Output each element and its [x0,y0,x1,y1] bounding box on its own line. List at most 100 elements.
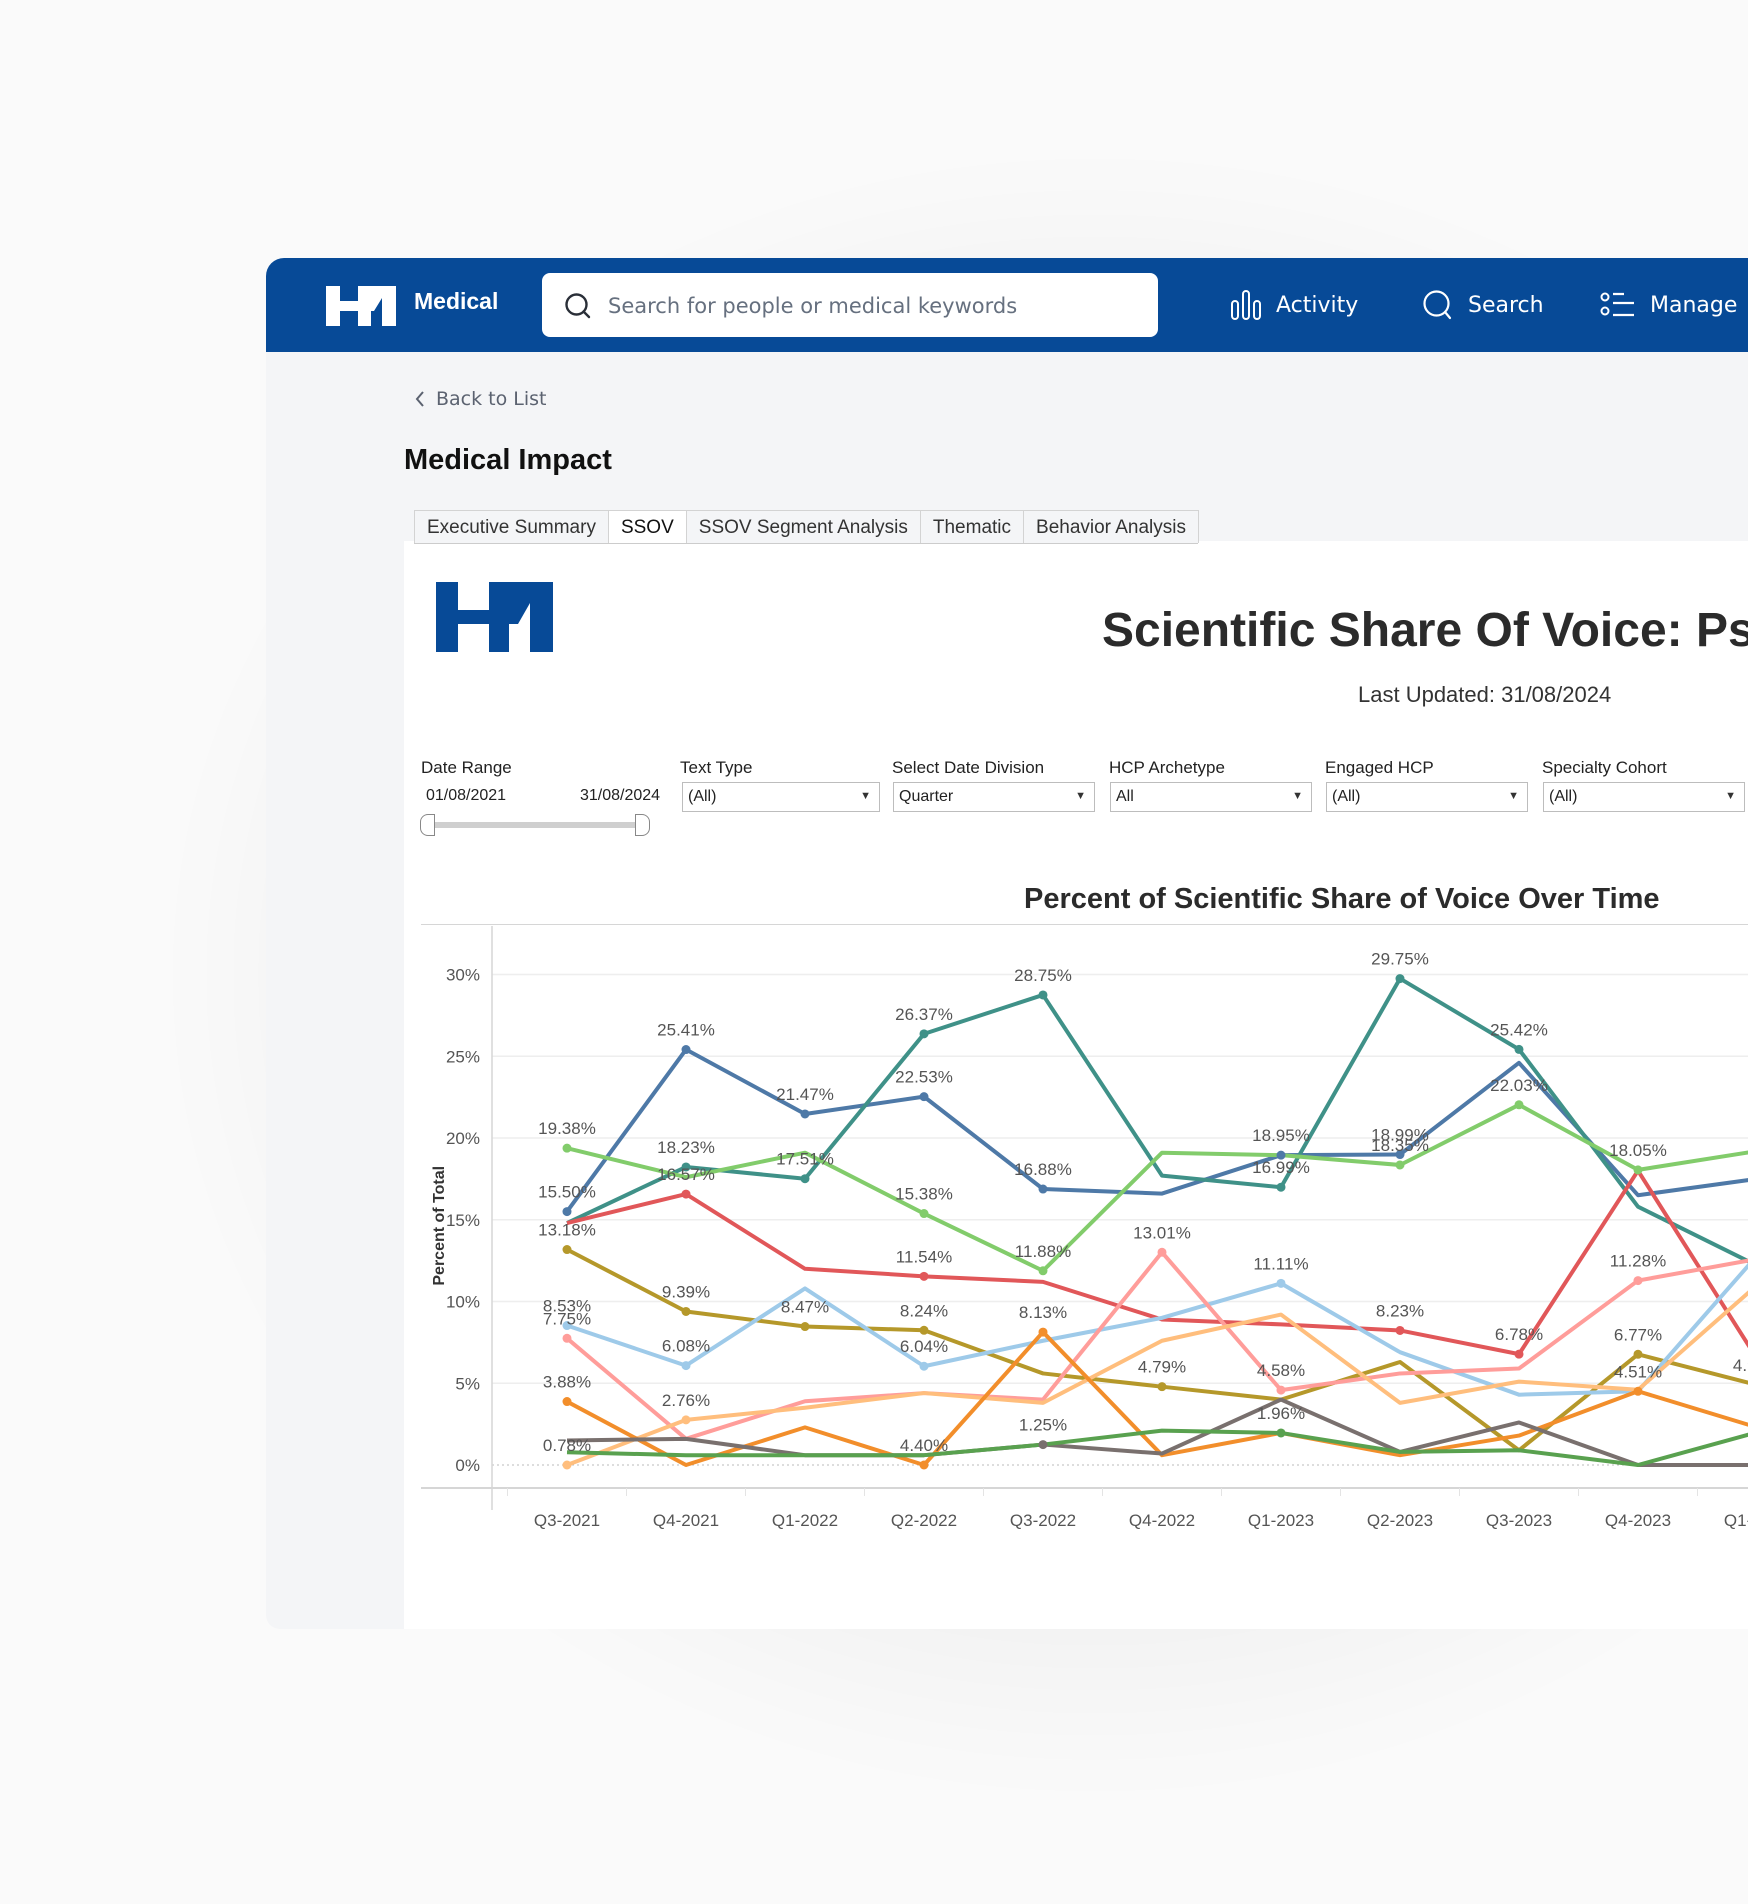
data-point [919,1209,929,1219]
data-point [1395,974,1405,984]
data-label: 4.40% [900,1436,948,1455]
data-point [1038,1440,1048,1450]
x-tick-label: Q3-2022 [1010,1511,1076,1530]
data-label: 18.95% [1252,1126,1310,1145]
data-label: 15.50% [538,1183,596,1202]
tab-behavior-analysis[interactable]: Behavior Analysis [1023,510,1199,543]
data-label: 4.79% [1138,1358,1186,1377]
data-point [919,1325,929,1335]
data-point [681,1306,691,1316]
data-point [562,1397,572,1407]
data-label: 1.25% [1019,1416,1067,1435]
y-tick-label: 0% [455,1456,480,1475]
top-navbar: Medical Activity Search Manage [266,258,1748,352]
data-point [1038,1266,1048,1276]
data-label: 11.88% [1015,1242,1071,1261]
tab-bar: Executive Summary SSOV SSOV Segment Analys… [414,510,1199,544]
nav-search-label: Search [1468,292,1544,318]
data-point [1395,1160,1405,1170]
data-label: 16.57% [657,1165,715,1184]
data-label: 4.58% [1257,1361,1305,1380]
data-label: 4.90% [1733,1356,1748,1375]
data-point [919,1029,929,1039]
app-window: Medical Activity Search Manage Back to L… [266,258,1748,1629]
data-label: 0.78% [543,1436,591,1455]
x-tick-label: Q1-2024 [1724,1511,1748,1530]
tab-thematic[interactable]: Thematic [919,510,1025,543]
data-point [800,1174,810,1184]
data-point [1038,990,1048,1000]
data-point [1514,1044,1524,1054]
back-to-list-link[interactable]: Back to List [414,388,547,410]
x-tick-label: Q3-2021 [534,1511,600,1530]
data-label: 13.01% [1133,1223,1191,1242]
brand-label: Medical [414,288,499,314]
back-to-list-label: Back to List [436,388,547,410]
data-point [1514,1349,1524,1359]
data-point [562,1245,572,1255]
data-label: 4.51% [1614,1362,1662,1381]
data-label: 6.77% [1614,1325,1662,1344]
y-tick-label: 10% [446,1293,480,1312]
data-point [1633,1276,1643,1286]
data-point [1395,1325,1405,1335]
data-label: 15.38% [895,1185,953,1204]
data-label: 17.51% [776,1150,834,1169]
tab-executive-summary[interactable]: Executive Summary [414,510,609,543]
data-point [1276,1278,1286,1288]
x-tick-label: Q1-2023 [1248,1511,1314,1530]
data-point [800,1322,810,1332]
data-label: 11.28% [1610,1252,1666,1271]
search-bar[interactable] [542,273,1158,337]
data-label: 2.76% [662,1391,710,1410]
nav-activity-label: Activity [1276,292,1359,318]
data-point [800,1109,810,1119]
data-point [562,1460,572,1470]
series-line-1 [565,1047,1748,1213]
data-label: 7.75% [543,1309,591,1328]
data-label: 6.08% [662,1337,710,1356]
line-chart: 0% 5% 10% 15% 20% 25% 30% Percent of Total Q3-20… [421,926,1748,1530]
data-point [1157,1247,1167,1257]
nav-manage[interactable]: Manage [1600,284,1737,326]
data-label: 11.11% [1253,1254,1308,1273]
data-label: 9.39% [662,1282,710,1301]
data-label: 6.04% [900,1337,948,1356]
y-axis-title: Percent of Total [431,1166,448,1286]
data-label: 3.88% [543,1373,591,1392]
x-tick-label: Q3-2023 [1486,1511,1552,1530]
x-tick-label: Q2-2023 [1367,1511,1433,1530]
data-point [1038,1184,1048,1194]
h1-logo-icon[interactable] [326,286,396,326]
data-point [919,1460,929,1470]
data-label: 28.75% [1014,966,1072,985]
data-point [919,1361,929,1371]
data-point [562,1143,572,1153]
y-tick-label: 25% [446,1047,480,1066]
nav-activity[interactable]: Activity [1230,284,1358,326]
data-label: 13.18% [538,1221,596,1240]
data-label: 1.96% [1257,1404,1305,1423]
activity-bars-icon [1231,290,1261,320]
y-tick-label: 20% [446,1129,480,1148]
data-label: 22.03% [1490,1076,1548,1095]
nav-search[interactable]: Search [1422,284,1544,326]
data-point [1633,1165,1643,1175]
tab-ssov-segment-analysis[interactable]: SSOV Segment Analysis [685,510,921,543]
x-tick-label: Q4-2023 [1605,1511,1671,1530]
data-label: 6.78% [1495,1325,1543,1344]
data-label: 26.37% [895,1005,953,1024]
data-point [681,1415,691,1425]
data-point [681,1361,691,1371]
data-point [1276,1385,1286,1395]
x-tick-label: Q2-2022 [891,1511,957,1530]
data-point [1038,1327,1048,1337]
data-point [919,1271,929,1281]
data-label: 16.99% [1252,1158,1310,1177]
search-input[interactable] [606,287,1140,325]
data-point [1276,1428,1286,1438]
data-point [681,1189,691,1199]
data-label: 16.88% [1014,1160,1072,1179]
tab-ssov[interactable]: SSOV [607,510,687,543]
series-line-3 [566,1102,1748,1273]
